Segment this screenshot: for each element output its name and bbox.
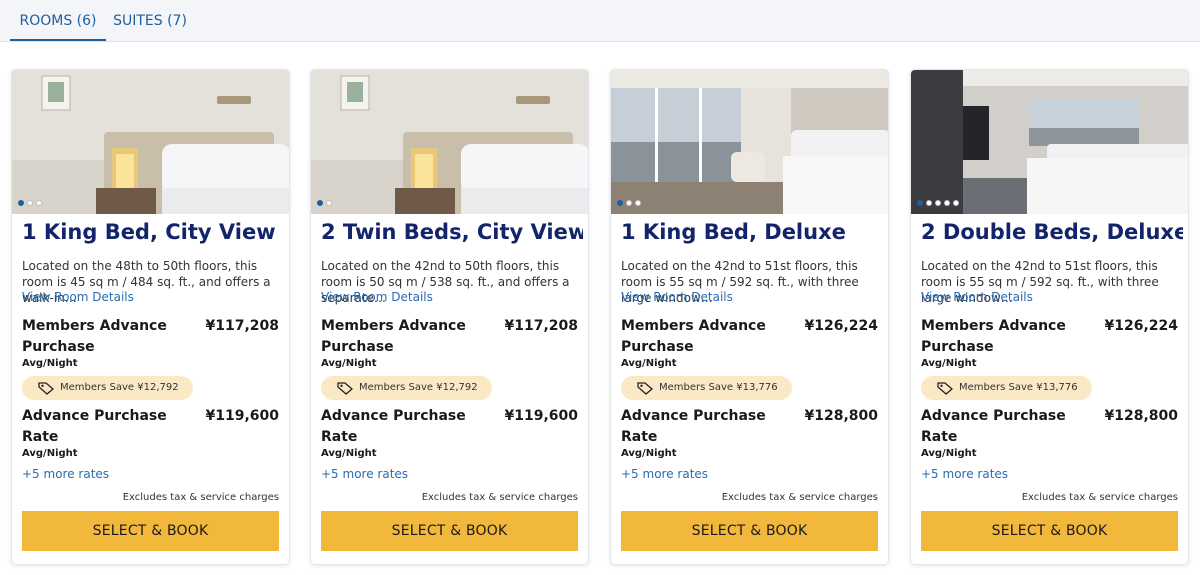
members-save-badge: Members Save ¥13,776 (621, 376, 792, 400)
carousel-dots[interactable] (18, 200, 42, 206)
room-card: 1 King Bed, City View Located on the 48t… (11, 69, 290, 565)
carousel-dot[interactable] (626, 200, 632, 206)
rate-price: ¥119,600 (504, 408, 578, 424)
room-card: 2 Twin Beds, City View Located on the 42… (310, 69, 589, 565)
tax-note: Excludes tax & service charges (122, 492, 279, 503)
select-book-button[interactable]: SELECT & BOOK (321, 511, 578, 551)
carousel-dot[interactable] (617, 200, 623, 206)
price-tag-icon (38, 382, 54, 395)
rate-name: Advance Purchase Rate (921, 408, 1066, 445)
members-save-text: Members Save ¥12,792 (60, 382, 179, 393)
rate-unit: Avg/Night (321, 448, 377, 459)
carousel-dot[interactable] (36, 200, 42, 206)
room-title: 1 King Bed, City View (22, 220, 276, 244)
members-save-badge: Members Save ¥12,792 (22, 376, 193, 400)
rate-name: Advance Purchase Rate (621, 408, 766, 445)
room-title: 2 Twin Beds, City View (321, 220, 583, 244)
rate-unit: Avg/Night (621, 448, 677, 459)
view-room-details-link[interactable]: View Room Details (22, 290, 134, 304)
room-photo[interactable] (311, 70, 588, 214)
carousel-dot[interactable] (935, 200, 941, 206)
carousel-dot[interactable] (926, 200, 932, 206)
rate-price: ¥126,224 (1104, 318, 1178, 334)
rate-name: Advance Purchase Rate (22, 408, 167, 445)
room-card: 1 King Bed, Deluxe Located on the 42nd t… (610, 69, 889, 565)
room-photo-image (12, 70, 289, 214)
room-title: 2 Double Beds, Deluxe (921, 220, 1183, 244)
carousel-dot[interactable] (18, 200, 24, 206)
rate-price: ¥117,208 (205, 318, 279, 334)
members-save-text: Members Save ¥13,776 (659, 382, 778, 393)
view-room-details-link[interactable]: View Room Details (321, 290, 433, 304)
price-tag-icon (937, 382, 953, 395)
members-save-badge: Members Save ¥12,792 (321, 376, 492, 400)
members-save-text: Members Save ¥12,792 (359, 382, 478, 393)
members-save-text: Members Save ¥13,776 (959, 382, 1078, 393)
select-book-button[interactable]: SELECT & BOOK (921, 511, 1178, 551)
rate-name: Members Advance Purchase (22, 318, 167, 355)
price-tag-icon (637, 382, 653, 395)
price-tag-icon (337, 382, 353, 395)
rate-name: Members Advance Purchase (621, 318, 766, 355)
rate-price: ¥128,800 (1104, 408, 1178, 424)
more-rates-link[interactable]: +5 more rates (921, 467, 1008, 481)
rate-name: Advance Purchase Rate (321, 408, 466, 445)
rate-price: ¥126,224 (804, 318, 878, 334)
carousel-dot[interactable] (917, 200, 923, 206)
tax-note: Excludes tax & service charges (721, 492, 878, 503)
rate-price: ¥128,800 (804, 408, 878, 424)
room-photo-image (611, 70, 888, 214)
rate-name: Members Advance Purchase (921, 318, 1066, 355)
more-rates-link[interactable]: +5 more rates (621, 467, 708, 481)
rate-unit: Avg/Night (921, 358, 977, 369)
rate-unit: Avg/Night (22, 448, 78, 459)
rate-price: ¥117,208 (504, 318, 578, 334)
room-card: 2 Double Beds, Deluxe Located on the 42n… (910, 69, 1189, 565)
room-photo[interactable] (12, 70, 289, 214)
carousel-dots[interactable] (617, 200, 641, 206)
tax-note: Excludes tax & service charges (421, 492, 578, 503)
view-room-details-link[interactable]: View Room Details (921, 290, 1033, 304)
rate-unit: Avg/Night (621, 358, 677, 369)
select-book-button[interactable]: SELECT & BOOK (621, 511, 878, 551)
tax-note: Excludes tax & service charges (1021, 492, 1178, 503)
room-title: 1 King Bed, Deluxe (621, 220, 846, 244)
carousel-dot[interactable] (317, 200, 323, 206)
carousel-dot[interactable] (27, 200, 33, 206)
more-rates-link[interactable]: +5 more rates (321, 467, 408, 481)
carousel-dot[interactable] (635, 200, 641, 206)
carousel-dot[interactable] (944, 200, 950, 206)
select-book-button[interactable]: SELECT & BOOK (22, 511, 279, 551)
rate-unit: Avg/Night (321, 358, 377, 369)
members-save-badge: Members Save ¥13,776 (921, 376, 1092, 400)
view-room-details-link[interactable]: View Room Details (621, 290, 733, 304)
tab-rooms[interactable]: ROOMS (6) (10, 0, 106, 41)
rate-name: Members Advance Purchase (321, 318, 466, 355)
carousel-dot[interactable] (326, 200, 332, 206)
carousel-dots[interactable] (917, 200, 959, 206)
carousel-dot[interactable] (953, 200, 959, 206)
room-type-tabs: ROOMS (6) SUITES (7) (0, 0, 1200, 42)
room-photo[interactable] (611, 70, 888, 214)
more-rates-link[interactable]: +5 more rates (22, 467, 109, 481)
rate-unit: Avg/Night (921, 448, 977, 459)
room-photo[interactable] (911, 70, 1188, 214)
carousel-dots[interactable] (317, 200, 332, 206)
room-photo-image (311, 70, 588, 214)
rate-unit: Avg/Night (22, 358, 78, 369)
room-photo-image (911, 70, 1188, 214)
rate-price: ¥119,600 (205, 408, 279, 424)
tab-suites[interactable]: SUITES (7) (112, 0, 188, 41)
